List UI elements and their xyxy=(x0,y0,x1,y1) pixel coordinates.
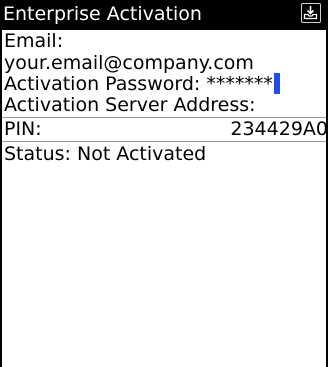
pin-value: 234429A0 xyxy=(230,118,326,140)
title-bar: Enterprise Activation xyxy=(0,0,328,30)
screen-title: Enterprise Activation xyxy=(3,3,202,25)
pin-row: PIN: 234429A0 xyxy=(4,118,326,140)
password-label: Activation Password: xyxy=(4,73,207,95)
password-row[interactable]: Activation Password: ******* xyxy=(4,73,280,95)
pin-label: PIN: xyxy=(4,118,42,140)
inbox-tray-icon xyxy=(301,3,321,23)
divider xyxy=(2,141,326,142)
email-field[interactable]: your.email@company.com xyxy=(4,52,254,74)
password-field[interactable]: ******* xyxy=(206,73,273,95)
server-address-field[interactable]: Activation Server Address: xyxy=(4,94,256,116)
text-cursor xyxy=(273,73,280,94)
activation-form: Email: your.email@company.com Activation… xyxy=(0,30,328,367)
email-label: Email: xyxy=(4,30,64,52)
status-text: Status: Not Activated xyxy=(4,143,207,165)
